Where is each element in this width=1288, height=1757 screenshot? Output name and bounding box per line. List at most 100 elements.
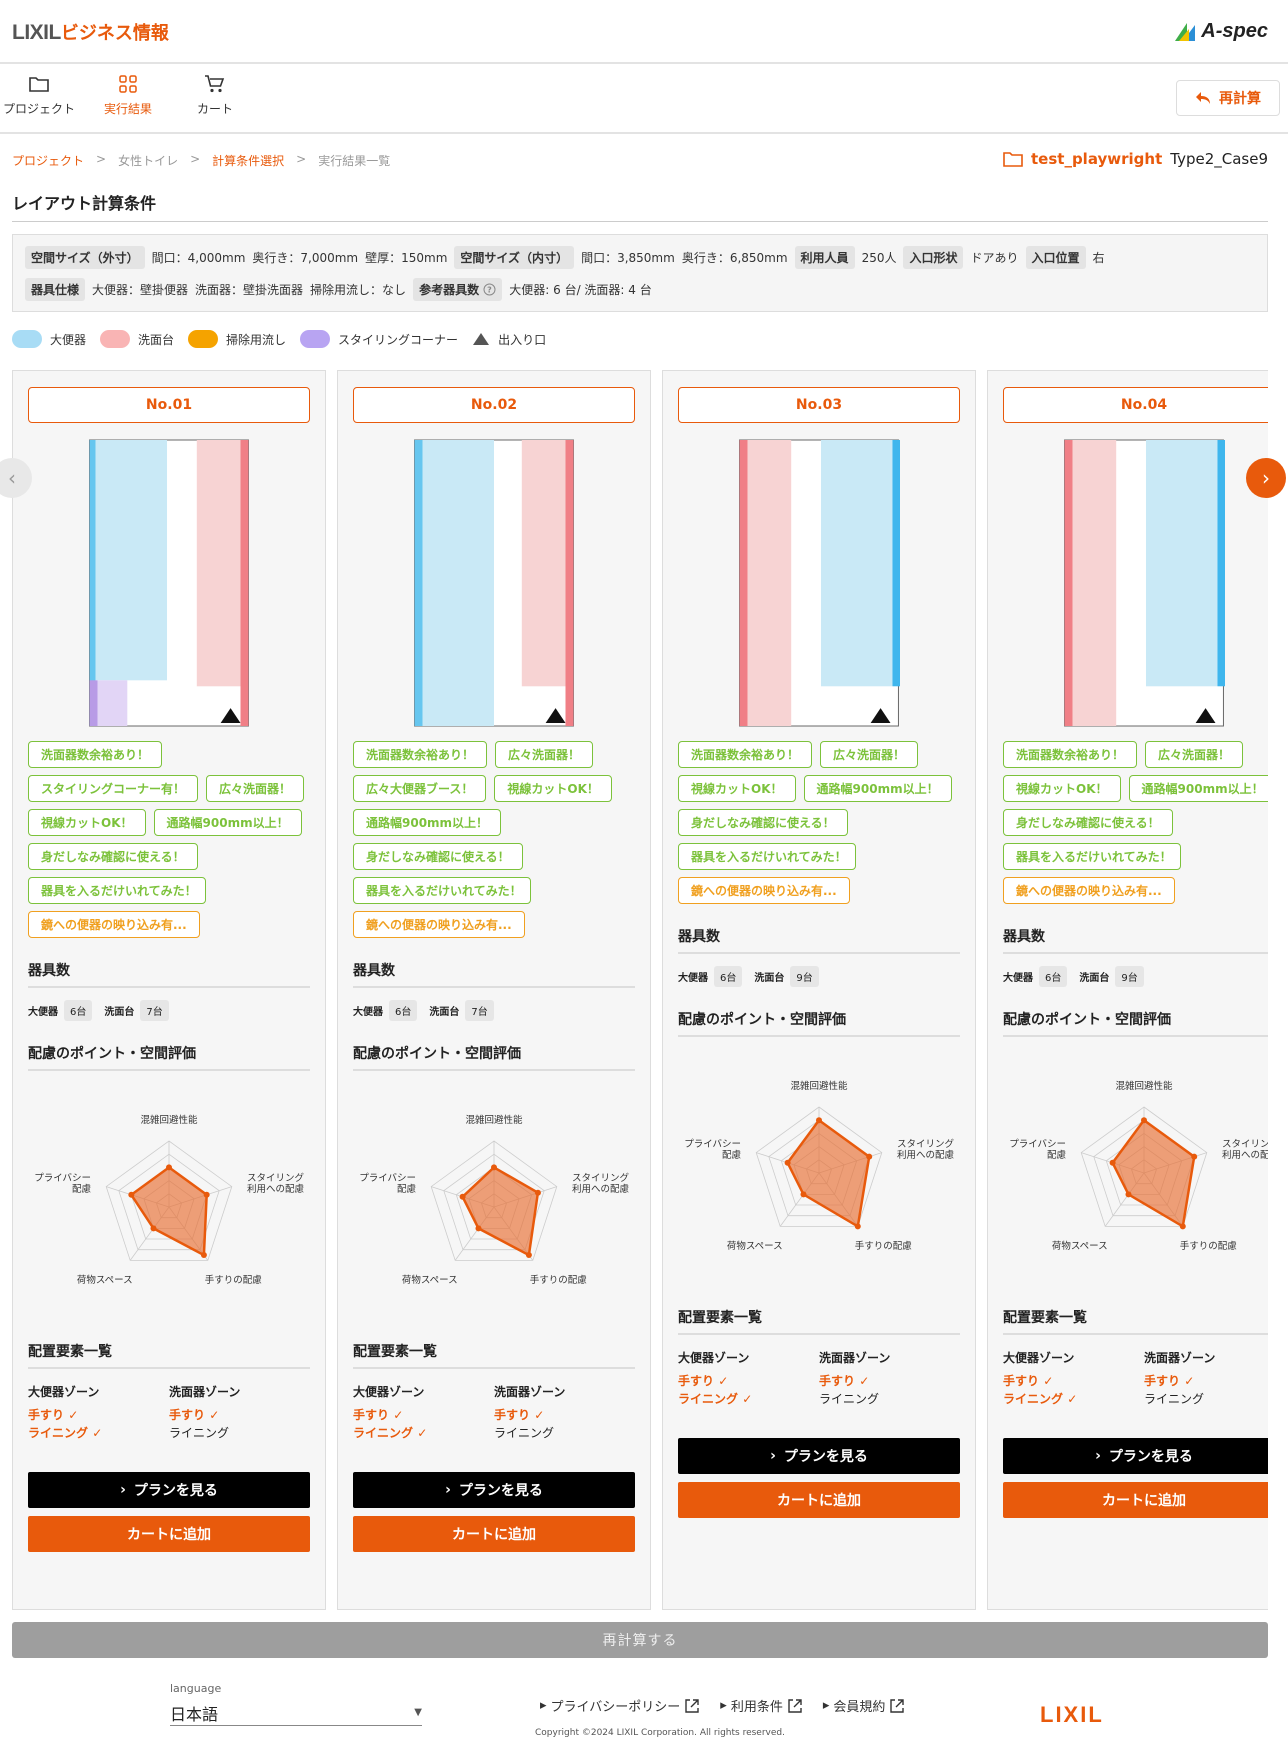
- language-select[interactable]: 日本語 ▼: [170, 1700, 422, 1726]
- nav-cart[interactable]: カート: [170, 74, 260, 117]
- case-number-button[interactable]: No.03: [678, 387, 960, 423]
- radar-axis-label: 荷物スペース: [727, 1240, 783, 1252]
- inner-width: 間口：3,850mm: [581, 250, 675, 265]
- toilet-zone: 大便器ゾーン 手すり ✓ ライニング ✓: [28, 1385, 103, 1440]
- radar-point: [128, 1191, 135, 1198]
- view-plan-button[interactable]: › プランを見る: [28, 1472, 310, 1508]
- chevron-right-icon: ›: [770, 1448, 776, 1464]
- legend-sink: 洗面台: [100, 330, 174, 348]
- radar-axis-label: 利用への配慮: [247, 1183, 305, 1195]
- terms-link[interactable]: ▸ 利用条件: [720, 1696, 803, 1715]
- help-icon[interactable]: ?: [483, 283, 496, 296]
- carousel-next-button[interactable]: ›: [1246, 458, 1286, 498]
- case-number-button[interactable]: No.01: [28, 387, 310, 423]
- layout-plan-image[interactable]: [413, 439, 575, 727]
- feature-tag: 洗面器数余裕あり！: [353, 741, 488, 768]
- feature-tag: 通路幅900mm以上！: [153, 809, 302, 836]
- external-link-icon: [685, 1698, 699, 1713]
- project-info: test_playwright Type2_Case9: [1003, 150, 1268, 168]
- layout-plan-image[interactable]: [738, 439, 900, 727]
- radar-point: [525, 1252, 532, 1259]
- case-number-button[interactable]: No.04: [1003, 387, 1268, 423]
- recalculate-button[interactable]: 再計算: [1176, 80, 1280, 116]
- folder-icon: [1003, 152, 1023, 167]
- aspec-logo: A-spec: [1173, 20, 1268, 43]
- toilet-count: 6台: [389, 1000, 418, 1021]
- radar-axis-label: スタイリング: [1222, 1138, 1268, 1150]
- case-number-button[interactable]: No.02: [353, 387, 635, 423]
- evaluation-title: 配慮のポイント・空間評価: [1003, 1009, 1268, 1037]
- check-icon: ✓: [859, 1374, 870, 1388]
- add-to-cart-button[interactable]: カートに追加: [28, 1516, 310, 1552]
- radar-point: [1109, 1159, 1116, 1166]
- recalculate-submit-button[interactable]: 再計算する: [12, 1622, 1268, 1658]
- layout-plan-image[interactable]: [88, 439, 250, 727]
- aspec-mark-icon: [1175, 22, 1196, 41]
- plan-zone: [747, 439, 792, 727]
- breadcrumb: プロジェクト > 女性トイレ > 計算条件選択 > 実行結果一覧: [12, 152, 391, 169]
- add-to-cart-button[interactable]: カートに追加: [678, 1482, 960, 1518]
- radar-axis-label: 混雑回避性能: [465, 1114, 523, 1126]
- add-to-cart-button[interactable]: カートに追加: [1003, 1482, 1268, 1518]
- nav-project[interactable]: プロジェクト: [0, 74, 84, 117]
- entrance-value: ドアあり: [970, 250, 1019, 265]
- radar-area: [461, 1165, 540, 1258]
- radar-axis-label: 混雑回避性能: [790, 1080, 848, 1092]
- grid-icon: [119, 75, 137, 93]
- sink-count: 7台: [465, 1000, 494, 1021]
- breadcrumb-project[interactable]: プロジェクト: [12, 152, 84, 169]
- zone-list: 大便器ゾーン 手すり ✓ ライニング ✓ 洗面器ゾーン 手すり ✓ ライニング: [28, 1383, 310, 1442]
- view-plan-button[interactable]: › プランを見る: [678, 1438, 960, 1474]
- view-plan-button[interactable]: › プランを見る: [1003, 1438, 1268, 1474]
- feature-tag: 視線カットOK！: [494, 775, 612, 802]
- radar-axis-label: スタイリング: [572, 1172, 630, 1184]
- users-label: 利用人員: [794, 245, 855, 269]
- radar-point: [816, 1117, 822, 1124]
- view-plan-button[interactable]: › プランを見る: [353, 1472, 635, 1508]
- feature-tag: 洗面器数余裕あり！: [1003, 741, 1138, 768]
- radar-axis-label: 混雑回避性能: [140, 1114, 198, 1126]
- check-icon: ✓: [68, 1408, 79, 1422]
- radar-axis-label: プライバシー: [359, 1173, 416, 1184]
- ref-count-value: 大便器: 6 台/ 洗面器: 4 台: [509, 282, 652, 297]
- main-nav: プロジェクト 実行結果 カート 再計算: [0, 66, 1288, 134]
- sink-count: 7台: [140, 1000, 169, 1021]
- toilet-count: 6台: [714, 966, 743, 987]
- feature-tag: 身だしなみ確認に使える！: [353, 843, 523, 870]
- external-link-icon: [890, 1698, 905, 1713]
- warning-tag: 鏡への便器の映り込み有...: [1003, 877, 1175, 904]
- brand-logo[interactable]: LIXILビジネス情報: [12, 19, 169, 45]
- radar-axis-label: 利用への配慮: [1222, 1149, 1268, 1161]
- triangle-icon: [473, 333, 490, 345]
- zone-list: 大便器ゾーン 手すり ✓ ライニング ✓ 洗面器ゾーン 手すり ✓ ライニング: [1003, 1349, 1268, 1408]
- breadcrumb-conditions[interactable]: 計算条件選択: [212, 152, 284, 169]
- radar-chart: 混雑回避性能スタイリング利用への配慮手すりの配慮 荷物スペース プライバシー配慮: [34, 1114, 305, 1286]
- copyright: Copyright ©2024 LIXIL Corporation. All r…: [535, 1728, 785, 1738]
- conditions-panel: 空間サイズ（外寸） 間口：4,000mm 奥行き：7,000mm 壁厚：150m…: [12, 234, 1268, 312]
- privacy-link[interactable]: ▸ プライバシーポリシー: [540, 1696, 700, 1715]
- external-link-icon: [788, 1698, 802, 1713]
- plan-zone: [565, 439, 574, 727]
- results-carousel: No.01 洗面器数余裕あり！ スタイリングコーナー有！ 広々洗面器！ 視線カットOK！…: [12, 370, 1268, 1612]
- fixture-counts: 大便器 6台 洗面台 7台: [353, 1000, 635, 1021]
- plan-zone: [1072, 439, 1117, 727]
- add-to-cart-button[interactable]: カートに追加: [353, 1516, 635, 1552]
- chevron-right-icon: ›: [120, 1482, 126, 1498]
- toilet-count-label: 大便器: [678, 973, 708, 984]
- lixil-logo: LIXIL: [1040, 1702, 1104, 1727]
- feature-tag: 身だしなみ確認に使える！: [28, 843, 198, 870]
- folder-icon: [29, 77, 49, 92]
- sink-count-label: 洗面台: [104, 1007, 135, 1018]
- plan-zone: [95, 439, 168, 681]
- legend-styling: スタイリングコーナー: [300, 330, 458, 348]
- nav-results[interactable]: 実行結果: [83, 74, 173, 117]
- plan-zone: [739, 439, 748, 727]
- zones-title: 配置要素一覧: [678, 1307, 960, 1335]
- check-icon: ✓: [718, 1374, 729, 1388]
- plan-zone: [422, 439, 494, 727]
- radar-point: [866, 1153, 873, 1160]
- radar-point: [203, 1191, 210, 1198]
- radar-axis-label: 手すりの配慮: [205, 1274, 263, 1286]
- membership-link[interactable]: ▸ 会員規約: [823, 1696, 906, 1715]
- layout-plan-image[interactable]: [1063, 439, 1225, 727]
